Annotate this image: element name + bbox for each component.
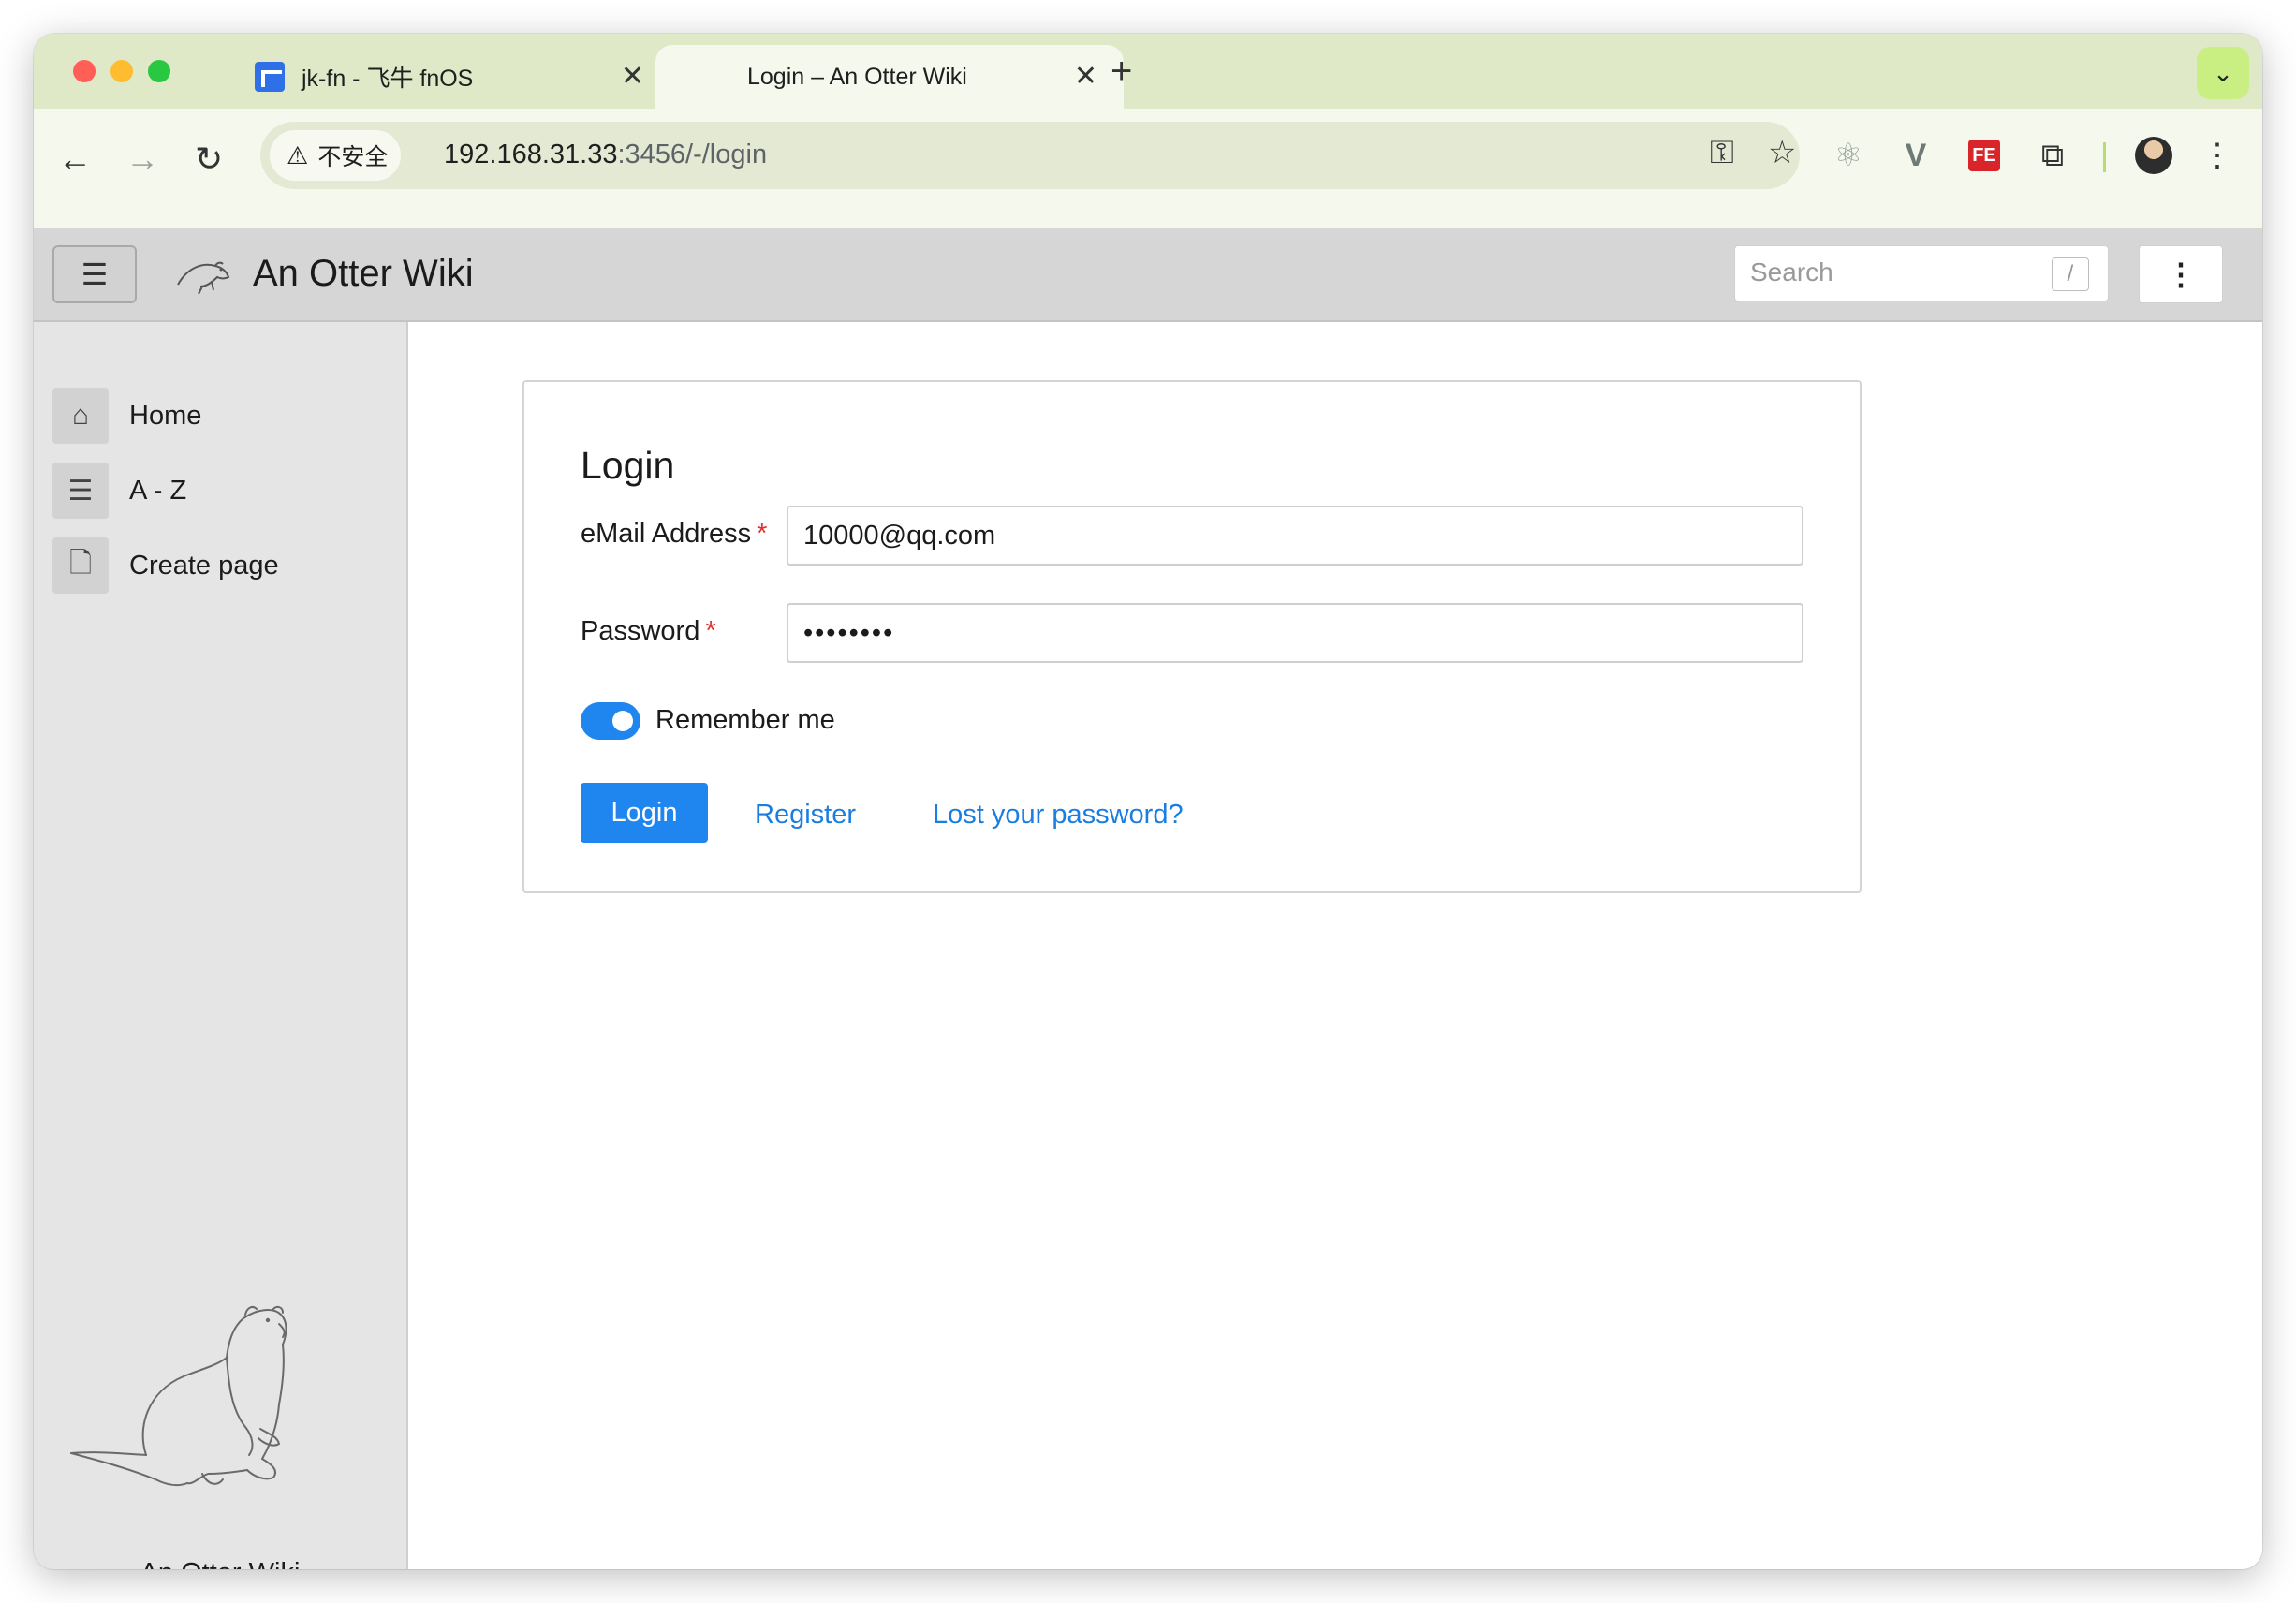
arrow-left-icon: ← (58, 140, 92, 178)
tab-title: jk-fn - 飞牛 fnOS (302, 66, 474, 92)
hamburger-icon: ☰ (81, 257, 109, 291)
security-label: 不安全 (317, 144, 389, 170)
file-icon: 🗋 (52, 537, 109, 594)
minimize-window-button[interactable] (110, 60, 133, 82)
reload-button[interactable]: ↻ (195, 142, 223, 176)
close-tab-icon[interactable]: ✕ (1074, 63, 1097, 91)
tab-otter-wiki-login[interactable]: Login – An Otter Wiki ✕ (655, 45, 1124, 109)
password-label-text: Password (581, 616, 700, 646)
search-box: / (1734, 245, 2109, 301)
fnos-favicon-icon (255, 62, 285, 92)
login-heading: Login (581, 444, 675, 487)
email-label: eMail Address * (581, 519, 767, 550)
reload-icon: ↻ (195, 140, 224, 178)
required-mark: * (757, 519, 768, 549)
fehelper-icon[interactable]: FE (1968, 140, 2000, 171)
search-input[interactable] (1750, 246, 2050, 299)
tab-title: Login – An Otter Wiki (747, 63, 967, 90)
register-link[interactable]: Register (755, 800, 856, 831)
tab-search-button[interactable]: ⌄ (2197, 47, 2249, 99)
sidebar-item-create-page[interactable]: 🗋 Create page (52, 537, 279, 594)
password-label: Password * (581, 616, 716, 647)
browser-toolbar: ← → ↻ ⚠ 不安全 192.168.31.33:3456/-/login ⚿… (34, 109, 2262, 228)
sidebar-toggle-button[interactable]: ☰ (52, 245, 137, 303)
arrow-right-icon: → (125, 140, 159, 178)
login-card: Login eMail Address* Password* Remember … (522, 380, 1862, 893)
otter-illustration (70, 1305, 287, 1487)
search-shortcut-hint: / (2052, 257, 2089, 291)
tab-fnos[interactable]: jk-fn - 飞牛 fnOS ✕ (221, 45, 670, 109)
url-text[interactable]: 192.168.31.33:3456/-/login (444, 140, 767, 170)
otter-logo-icon (177, 261, 230, 295)
back-button[interactable]: ← (58, 142, 92, 176)
maximize-window-button[interactable] (148, 60, 170, 82)
warning-icon: ⚠ (287, 140, 309, 169)
remember-me-label[interactable]: Remember me (655, 705, 835, 736)
lost-password-link[interactable]: Lost your password? (933, 800, 1184, 831)
browser-menu-icon[interactable]: ⋮ (2199, 137, 2236, 174)
main-content: Login eMail Address* Password* Remember … (410, 322, 2262, 1569)
vue-devtools-icon[interactable]: V (1897, 137, 1935, 174)
profile-avatar[interactable] (2135, 137, 2172, 174)
password-key-icon[interactable]: ⚿ (1710, 137, 1734, 169)
security-chip[interactable]: ⚠ 不安全 (270, 130, 401, 181)
forward-button[interactable]: → (125, 142, 159, 176)
close-tab-icon[interactable]: ✕ (621, 63, 644, 91)
toolbar-divider (2103, 142, 2106, 172)
tab-strip: jk-fn - 飞牛 fnOS ✕ Login – An Otter Wiki … (34, 34, 2262, 109)
required-mark: * (705, 616, 716, 646)
remember-me-toggle[interactable] (581, 702, 640, 740)
sidebar-item-label: A - Z (129, 475, 187, 506)
sidebar-item-a-z[interactable]: ☰ A - Z (52, 463, 186, 519)
home-icon: ⌂ (52, 388, 109, 444)
extensions-icon[interactable]: ⧉ (2034, 137, 2071, 174)
login-button[interactable]: Login (581, 783, 708, 843)
sidebar: ⌂ Home ☰ A - Z 🗋 Create page (34, 322, 408, 1569)
email-label-text: eMail Address (581, 519, 752, 549)
address-bar[interactable]: ⚠ 不安全 192.168.31.33:3456/-/login ⚿ ☆ (260, 122, 1800, 189)
more-options-button[interactable]: ⋮ (2139, 245, 2223, 303)
list-icon: ☰ (52, 463, 109, 519)
url-host: 192.168.31.33 (444, 140, 618, 169)
new-tab-button[interactable]: + (1111, 52, 1132, 90)
app-title[interactable]: An Otter Wiki (253, 253, 474, 295)
bookmark-star-icon[interactable]: ☆ (1768, 137, 1796, 169)
email-field[interactable] (787, 506, 1803, 566)
sidebar-item-label: Create page (129, 550, 279, 581)
sidebar-item-label: Home (129, 400, 202, 431)
sidebar-item-home[interactable]: ⌂ Home (52, 388, 201, 444)
app-header: ☰ An Otter Wiki / ⋮ (34, 228, 2262, 322)
sidebar-footer-title: An Otter Wiki (34, 1558, 406, 1569)
url-path: :3456/-/login (617, 140, 768, 169)
close-window-button[interactable] (73, 60, 96, 82)
more-vertical-icon: ⋮ (2166, 257, 2196, 291)
chevron-down-icon: ⌄ (2213, 58, 2233, 87)
password-field[interactable] (787, 603, 1803, 663)
browser-window: jk-fn - 飞牛 fnOS ✕ Login – An Otter Wiki … (34, 34, 2262, 1569)
react-devtools-icon[interactable]: ⚛ (1830, 137, 1867, 174)
